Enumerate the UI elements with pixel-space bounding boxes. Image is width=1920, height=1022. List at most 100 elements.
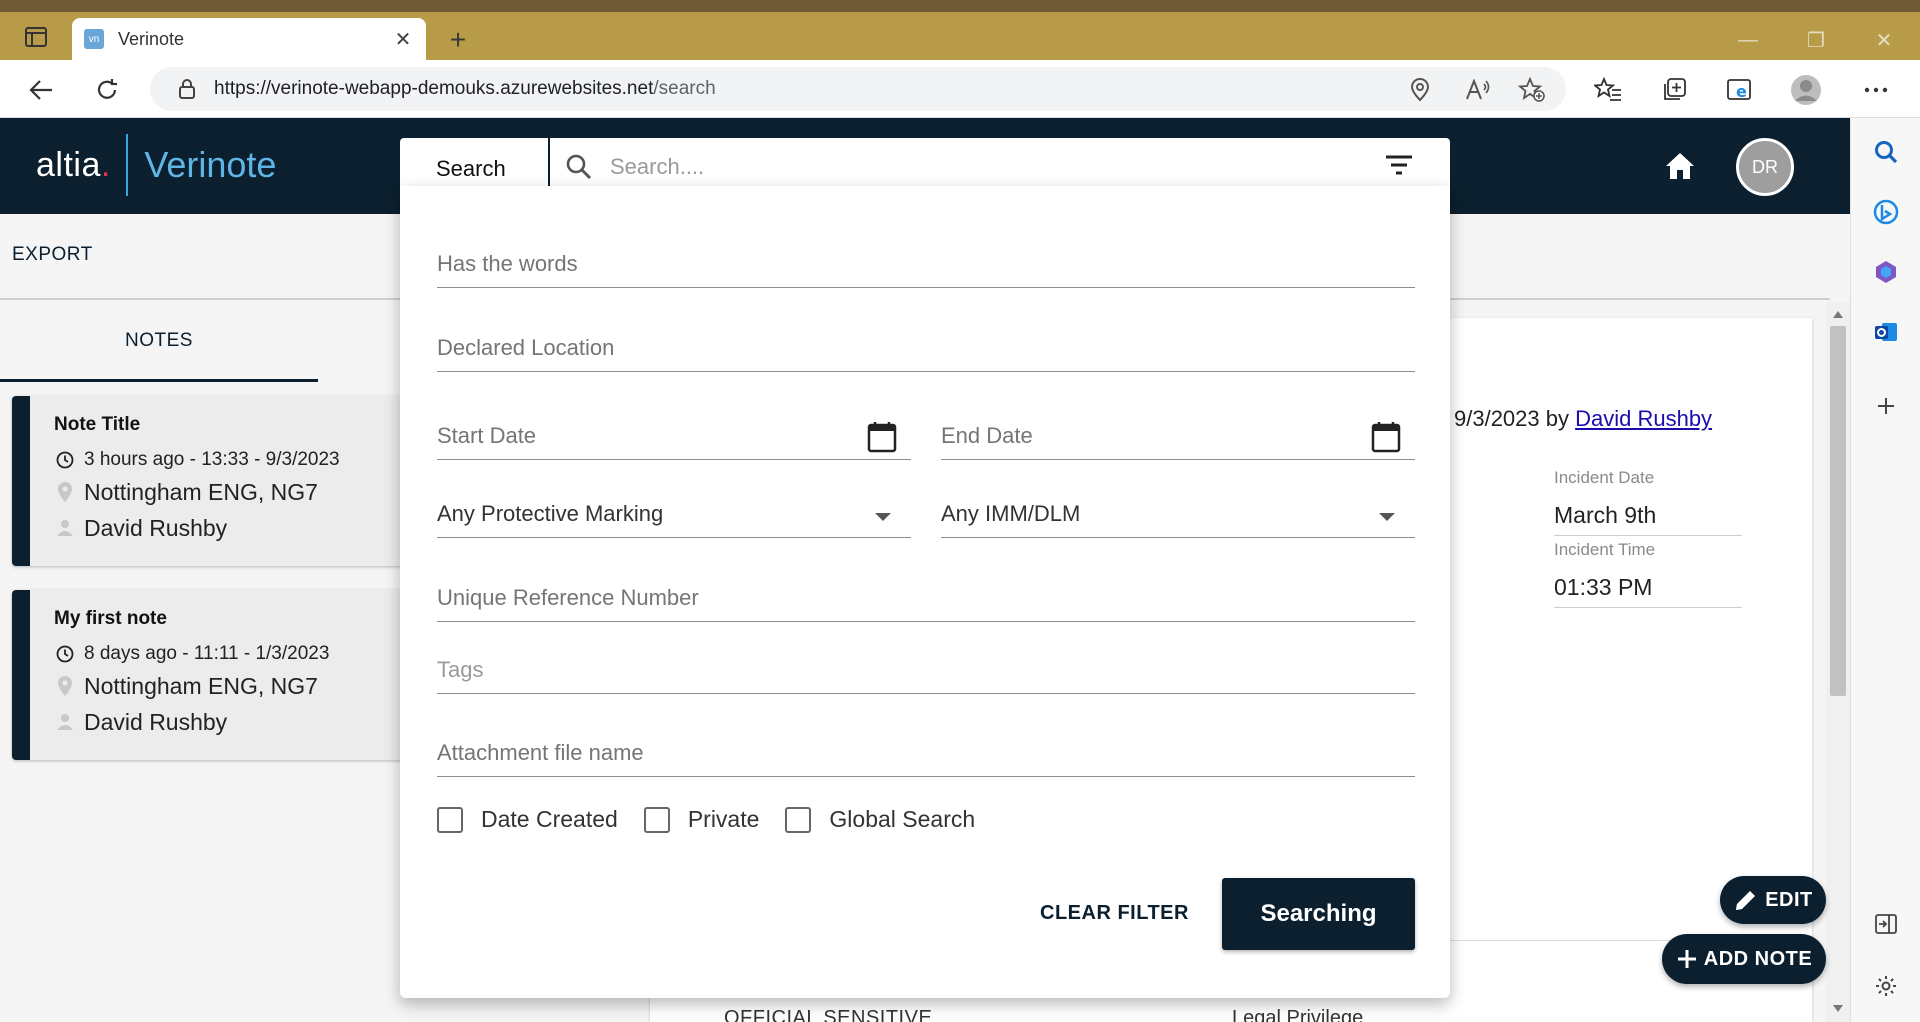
outlook-icon[interactable] bbox=[1870, 316, 1902, 348]
altia-verinote-logo[interactable]: altia. Verinote bbox=[36, 132, 276, 198]
legal-privilege-label: Legal Privilege bbox=[1232, 1007, 1364, 1022]
sidebar-hide-icon[interactable] bbox=[1870, 908, 1902, 940]
search-input[interactable] bbox=[610, 148, 1370, 186]
note-card[interactable]: My first note 8 days ago - 11:11 - 1/3/2… bbox=[12, 590, 412, 760]
note-time: 3 hours ago - 13:33 - 9/3/2023 bbox=[84, 449, 340, 470]
location-pin-icon bbox=[54, 675, 76, 697]
user-avatar[interactable]: DR bbox=[1736, 138, 1794, 196]
scroll-down-icon[interactable] bbox=[1832, 1002, 1844, 1014]
lock-icon bbox=[178, 78, 196, 100]
favorites-icon[interactable] bbox=[1592, 74, 1624, 106]
refresh-icon[interactable] bbox=[90, 73, 124, 107]
scroll-up-icon[interactable] bbox=[1832, 308, 1844, 320]
note-location: Nottingham ENG, NG7 bbox=[84, 478, 318, 505]
pencil-icon bbox=[1733, 887, 1759, 913]
svg-text:e: e bbox=[1736, 82, 1747, 101]
edge-sidebar bbox=[1850, 118, 1920, 1022]
note-author-row: David Rushby bbox=[54, 510, 412, 546]
minimize-icon[interactable]: — bbox=[1728, 26, 1768, 54]
edit-button[interactable]: EDIT bbox=[1720, 876, 1826, 924]
classification-label: OFFICIAL SENSITIVE bbox=[724, 1007, 933, 1022]
browser-tab[interactable]: vn Verinote ✕ bbox=[72, 18, 426, 60]
note-location: Nottingham ENG, NG7 bbox=[84, 672, 318, 699]
more-options-icon[interactable] bbox=[1860, 74, 1892, 106]
note-title: My first note bbox=[54, 608, 167, 629]
collections-icon[interactable] bbox=[1658, 74, 1690, 106]
note-time-row: 3 hours ago - 13:33 - 9/3/2023 bbox=[54, 446, 412, 474]
has-words-field[interactable]: Has the words bbox=[437, 238, 1415, 288]
note-detail-meta: 9/3/2023 by David Rushby bbox=[1454, 406, 1713, 431]
calendar-icon[interactable] bbox=[867, 421, 897, 453]
read-aloud-icon[interactable] bbox=[1462, 74, 1494, 106]
window-top-strip bbox=[0, 0, 1920, 12]
add-favorite-icon[interactable] bbox=[1516, 74, 1548, 106]
location-icon[interactable] bbox=[1404, 74, 1436, 106]
address-bar-row: https://verinote-webapp-demouks.azureweb… bbox=[0, 60, 1920, 118]
back-icon[interactable] bbox=[24, 73, 58, 107]
office-icon[interactable] bbox=[1870, 256, 1902, 288]
unique-reference-field[interactable]: Unique Reference Number bbox=[437, 572, 1415, 622]
tab-notes[interactable]: NOTES bbox=[0, 302, 318, 382]
start-date-field[interactable]: Start Date bbox=[437, 410, 911, 460]
incident-date-field: Incident Date March 9th bbox=[1554, 468, 1742, 536]
note-card[interactable]: Note Title 3 hours ago - 13:33 - 9/3/202… bbox=[12, 396, 412, 566]
incident-time-label: Incident Time bbox=[1554, 540, 1656, 559]
protective-marking-select[interactable]: Any Protective Marking bbox=[437, 488, 911, 538]
note-author-link[interactable]: David Rushby bbox=[1575, 406, 1712, 431]
calendar-icon[interactable] bbox=[1371, 421, 1401, 453]
clear-filter-button[interactable]: CLEAR FILTER bbox=[1040, 902, 1189, 925]
main-scrollbar[interactable] bbox=[1826, 302, 1850, 1022]
attachment-name-field[interactable]: Attachment file name bbox=[437, 727, 1415, 777]
note-author: David Rushby bbox=[84, 514, 228, 541]
url-field[interactable]: https://verinote-webapp-demouks.azureweb… bbox=[150, 67, 1566, 111]
note-location-row: Nottingham ENG, NG7 bbox=[54, 668, 412, 704]
note-time: 8 days ago - 11:11 - 1/3/2023 bbox=[84, 643, 330, 664]
dropdown-caret-icon bbox=[875, 513, 891, 521]
searching-button[interactable]: Searching bbox=[1222, 878, 1415, 950]
date-created-checkbox[interactable]: Date Created bbox=[437, 806, 618, 833]
note-time-row: 8 days ago - 11:11 - 1/3/2023 bbox=[54, 640, 412, 668]
scrollbar-thumb[interactable] bbox=[1830, 326, 1846, 696]
incident-time-value[interactable]: 01:33 PM bbox=[1554, 566, 1742, 608]
note-location-row: Nottingham ENG, NG7 bbox=[54, 474, 412, 510]
verinote-favicon-icon: vn bbox=[84, 29, 104, 49]
browser-tab-bar: vn Verinote ✕ + — ❐ ✕ bbox=[0, 12, 1920, 60]
restore-icon[interactable]: ❐ bbox=[1796, 26, 1836, 54]
tabs-row: NOTES bbox=[0, 302, 400, 382]
bing-icon[interactable] bbox=[1870, 196, 1902, 228]
export-button[interactable]: EXPORT bbox=[12, 244, 93, 266]
ie-mode-icon[interactable]: e bbox=[1724, 74, 1756, 106]
plus-icon bbox=[1676, 948, 1698, 970]
incident-date-value[interactable]: March 9th bbox=[1554, 494, 1742, 536]
sidebar-search-icon[interactable] bbox=[1870, 136, 1902, 168]
browser-tab-title: Verinote bbox=[118, 28, 185, 49]
window-close-icon[interactable]: ✕ bbox=[1864, 26, 1904, 54]
tab-actions-button[interactable] bbox=[14, 22, 58, 52]
declared-location-field[interactable]: Declared Location bbox=[437, 322, 1415, 372]
dropdown-caret-icon bbox=[1379, 513, 1395, 521]
private-checkbox[interactable]: Private bbox=[643, 806, 759, 833]
add-note-button[interactable]: ADD NOTE bbox=[1662, 934, 1826, 984]
search-icon bbox=[564, 152, 594, 187]
new-tab-icon[interactable]: + bbox=[442, 24, 474, 56]
url-text: https://verinote-webapp-demouks.azureweb… bbox=[214, 78, 716, 99]
global-search-checkbox[interactable]: Global Search bbox=[785, 806, 975, 833]
tags-field[interactable]: Tags bbox=[437, 644, 1415, 694]
tab-close-icon[interactable]: ✕ bbox=[392, 27, 414, 52]
filter-checkboxes: Date Created Private Global Search bbox=[437, 806, 1001, 833]
person-icon bbox=[54, 713, 76, 731]
incident-time-field: Incident Time 01:33 PM bbox=[1554, 540, 1742, 608]
imm-dlm-select[interactable]: Any IMM/DLM bbox=[941, 488, 1415, 538]
home-icon[interactable] bbox=[1662, 148, 1698, 184]
note-title: Note Title bbox=[54, 414, 141, 435]
incident-date-label: Incident Date bbox=[1554, 468, 1655, 487]
person-icon bbox=[54, 519, 76, 537]
sidebar-add-icon[interactable] bbox=[1870, 390, 1902, 422]
search-filter-panel: Has the words Declared Location Start Da… bbox=[400, 186, 1450, 998]
clock-icon bbox=[54, 645, 76, 663]
end-date-field[interactable]: End Date bbox=[941, 410, 1415, 460]
search-label: Search bbox=[436, 156, 506, 181]
filter-icon[interactable] bbox=[1384, 152, 1414, 183]
sidebar-settings-icon[interactable] bbox=[1870, 970, 1902, 1002]
profile-icon[interactable] bbox=[1790, 74, 1822, 106]
